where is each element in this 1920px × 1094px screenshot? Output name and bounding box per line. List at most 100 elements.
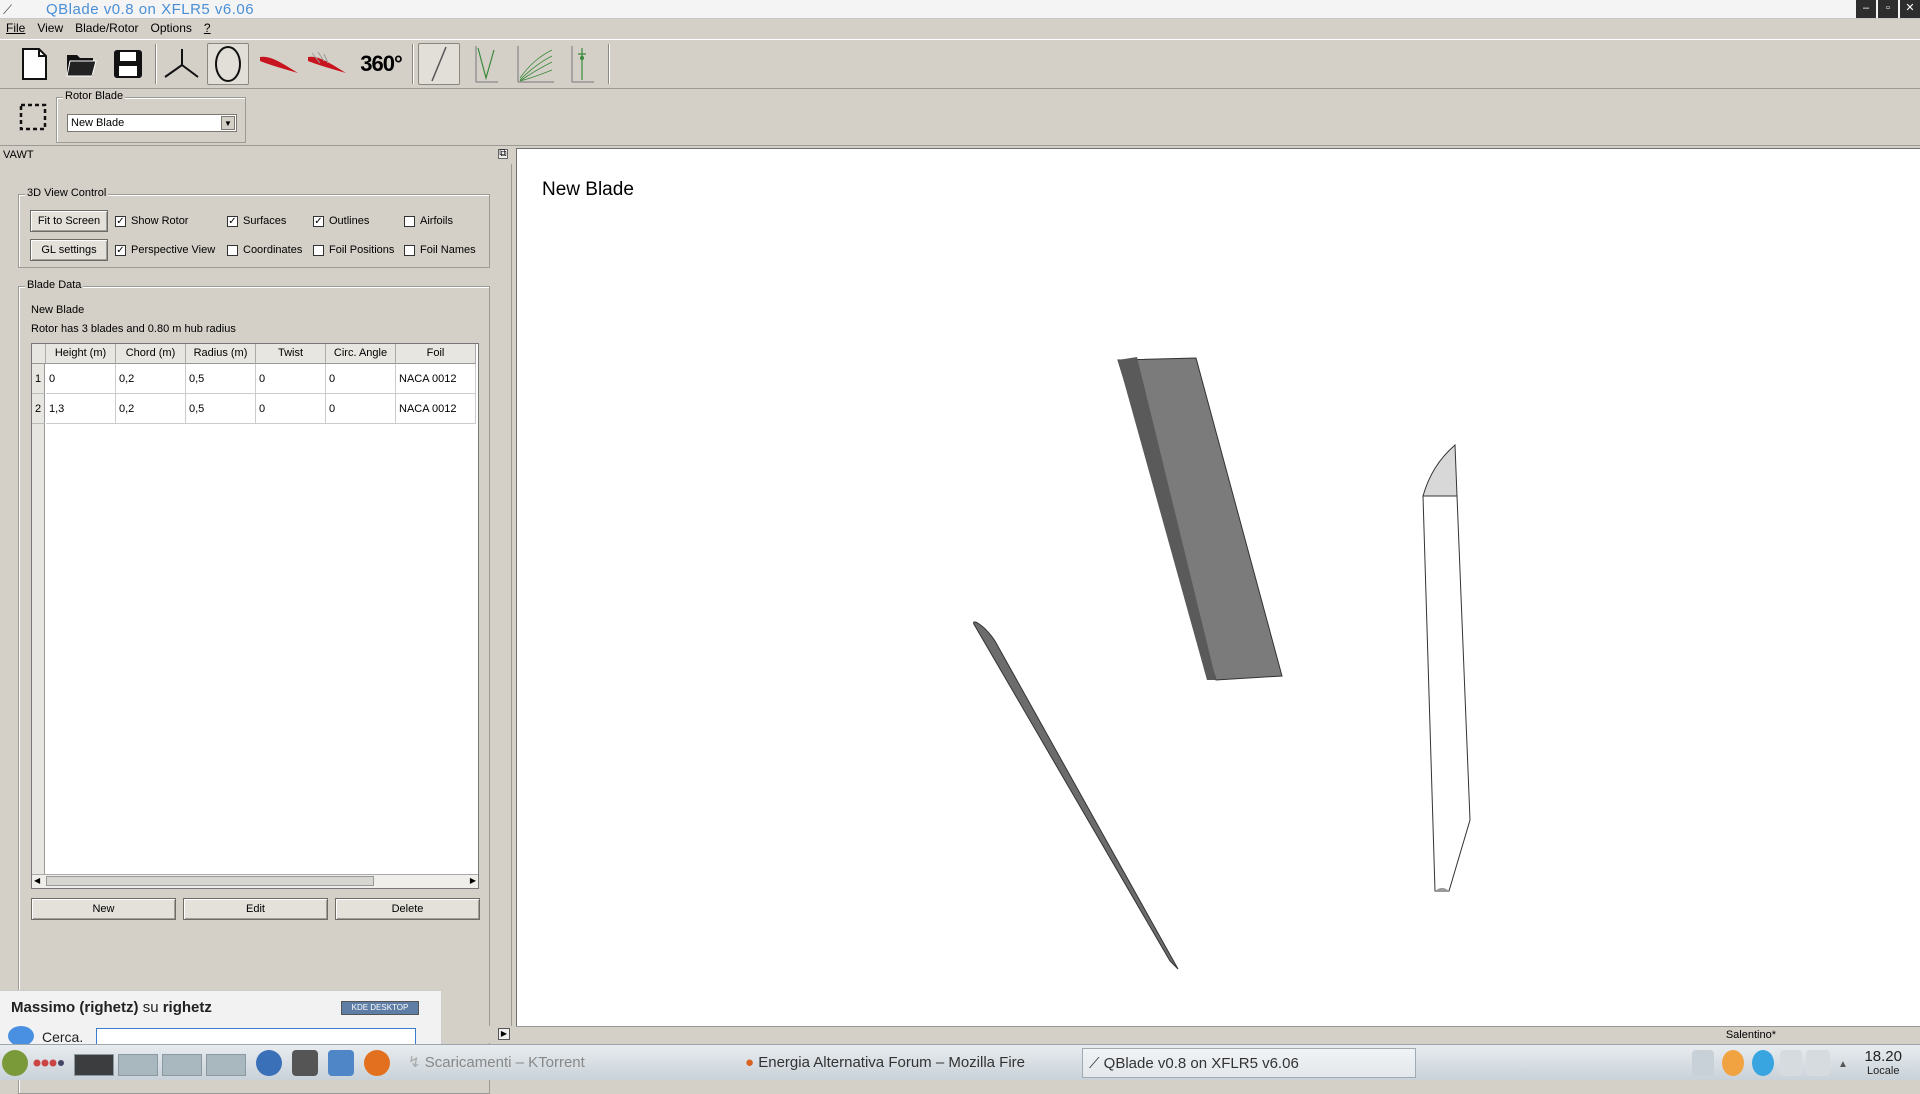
scroll-right-icon[interactable]: ▶ [498, 1028, 510, 1040]
perspective-view-checkbox[interactable]: ✓ Perspective View [115, 244, 215, 256]
menu-view[interactable]: View [31, 19, 69, 35]
thunderbird-icon[interactable] [256, 1050, 282, 1076]
chevron-down-icon[interactable]: ▼ [221, 116, 235, 130]
blade-name: New Blade [31, 304, 85, 316]
column-header[interactable]: Chord (m) [116, 344, 186, 364]
table-cell[interactable]: 0 [256, 364, 326, 394]
close-button[interactable]: ✕ [1900, 0, 1920, 18]
hawt-button[interactable] [160, 43, 202, 85]
rotor-simulation-button[interactable] [466, 43, 508, 85]
polar-extrapolation-button[interactable] [306, 43, 348, 85]
coordinates-checkbox[interactable]: Coordinates [227, 244, 302, 256]
column-header[interactable]: Radius (m) [186, 344, 256, 364]
fit-to-screen-button[interactable]: Fit to Screen [30, 210, 108, 232]
show-rotor-checkbox[interactable]: ✓ Show Rotor [115, 215, 188, 227]
outlines-checkbox[interactable]: ✓ Outlines [313, 215, 369, 227]
foil-positions-label: Foil Positions [329, 244, 395, 256]
menu-blade-rotor[interactable]: Blade/Rotor [69, 19, 144, 35]
clipboard-scissors-icon[interactable] [1780, 1050, 1802, 1076]
clock-time: 18.20 [1864, 1048, 1902, 1065]
table-cell[interactable]: 0 [46, 364, 116, 394]
kde-menu-icon[interactable] [2, 1050, 28, 1076]
clock-zone: Locale [1867, 1065, 1900, 1077]
minimize-button[interactable]: – [1856, 0, 1876, 18]
foil-names-checkbox[interactable]: Foil Names [404, 244, 476, 256]
rotor-blade-select[interactable]: New Blade ▼ [67, 114, 237, 132]
window-title: QBlade v0.8 on XFLR5 v6.06 [46, 1, 255, 18]
table-cell[interactable]: 0 [256, 394, 326, 424]
360-polar-button[interactable]: 360° [356, 43, 406, 85]
delete-button[interactable]: Delete [335, 898, 480, 920]
horizontal-scrollbar[interactable]: ◀ ▶ [32, 874, 478, 888]
terminal-icon[interactable] [292, 1050, 318, 1076]
desktop-pager-1[interactable] [74, 1054, 114, 1076]
table-cell[interactable]: NACA 0012 [396, 394, 476, 424]
new-file-button[interactable] [13, 43, 55, 85]
surfaces-checkbox[interactable]: ✓ Surfaces [227, 215, 286, 227]
menu-file[interactable]: File [0, 19, 31, 35]
scroll-right-icon[interactable]: ▶ [470, 876, 476, 885]
table-cell[interactable]: 0,5 [186, 364, 256, 394]
open-file-button[interactable] [60, 43, 102, 85]
desktop-pager-4[interactable] [206, 1054, 246, 1076]
table-cell[interactable]: 1,3 [46, 394, 116, 424]
column-header[interactable]: Circ. Angle [326, 344, 396, 364]
folder-icon [66, 55, 97, 77]
blade-view-button[interactable] [418, 43, 460, 85]
taskbar: ↯ Scaricamenti – KTorrent ● Energia Alte… [0, 1044, 1920, 1080]
turbine-simulation-button[interactable] [562, 43, 604, 85]
dock-float-icon[interactable]: ⧉ [498, 149, 508, 159]
edit-button[interactable]: Edit [183, 898, 328, 920]
menu-help[interactable]: ? [198, 19, 217, 35]
foil-positions-checkbox[interactable]: Foil Positions [313, 244, 394, 256]
table-cell[interactable]: 0,5 [186, 394, 256, 424]
maximize-button[interactable]: ▫ [1878, 0, 1898, 18]
row-header[interactable]: 1 [32, 364, 45, 394]
unchecked-box [227, 244, 238, 256]
night-mode-icon[interactable] [1722, 1050, 1744, 1076]
row-header[interactable]: 2 [32, 394, 45, 424]
column-header[interactable]: Foil [396, 344, 476, 364]
volume-icon[interactable] [1806, 1050, 1830, 1076]
airfoil-polar-icon [308, 51, 346, 73]
file-manager-icon[interactable] [328, 1050, 354, 1076]
menu-options[interactable]: Options [145, 19, 198, 35]
column-header[interactable]: Twist [256, 344, 326, 364]
clock[interactable]: 18.20 Locale [1864, 1049, 1902, 1079]
traffic-dots-icon[interactable] [33, 1059, 67, 1067]
3d-viewport[interactable]: New Blade [516, 148, 1920, 1026]
table-cell[interactable]: 0,2 [116, 364, 186, 394]
multi-parameter-button[interactable] [514, 43, 556, 85]
task-ktorrent[interactable]: ↯ Scaricamenti – KTorrent [408, 1048, 738, 1078]
main-toolbar: 360° [0, 39, 1920, 89]
new-row-button[interactable]: New [31, 898, 176, 920]
blade-data-table[interactable]: Height (m) Chord (m) Radius (m) Twist Ci… [31, 343, 479, 889]
select-region-button[interactable] [18, 102, 48, 132]
airfoils-checkbox[interactable]: Airfoils [404, 215, 453, 227]
check-icon: ✓ [115, 244, 126, 256]
search-input[interactable] [96, 1028, 416, 1045]
task-firefox[interactable]: ● Energia Alternativa Forum – Mozilla Fi… [745, 1048, 1075, 1078]
task-qblade[interactable]: ⟋ QBlade v0.8 on XFLR5 v6.06 [1082, 1048, 1416, 1078]
download-icon[interactable] [1692, 1050, 1714, 1076]
unchecked-box [404, 244, 415, 256]
scrollbar-thumb[interactable] [46, 876, 374, 886]
firefox-icon[interactable] [364, 1050, 390, 1076]
table-cell[interactable]: 0,2 [116, 394, 186, 424]
table-cell[interactable]: 0 [326, 394, 396, 424]
column-header[interactable]: Height (m) [46, 344, 116, 364]
save-button[interactable] [107, 43, 149, 85]
tray-expand-icon[interactable]: ▲ [1838, 1059, 1848, 1070]
desktop-pager-2[interactable] [118, 1054, 158, 1076]
desktop-pager-3[interactable] [162, 1054, 202, 1076]
status-text: Salentino* [1725, 1029, 1776, 1041]
scroll-left-icon[interactable]: ◀ [34, 876, 40, 885]
gl-settings-button[interactable]: GL settings [30, 239, 108, 261]
telegram-icon[interactable] [1752, 1050, 1774, 1076]
airfoil-design-button[interactable] [258, 43, 300, 85]
table-cell[interactable]: 0 [326, 364, 396, 394]
save-icon [114, 50, 142, 78]
vawt-button[interactable] [207, 43, 249, 85]
row-header-gutter [32, 424, 45, 874]
table-cell[interactable]: NACA 0012 [396, 364, 476, 394]
